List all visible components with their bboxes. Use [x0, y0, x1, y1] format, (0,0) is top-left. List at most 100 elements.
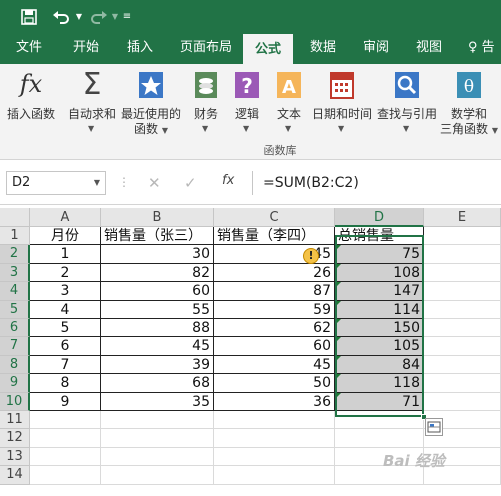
table-cell[interactable]: 45 [214, 355, 335, 375]
select-all-corner[interactable] [0, 208, 30, 227]
cell[interactable] [214, 411, 335, 430]
financial-button[interactable]: 财务 ▼ [188, 68, 224, 140]
save-icon[interactable] [18, 3, 40, 31]
cell[interactable] [424, 300, 501, 319]
table-cell[interactable]: 1 [30, 245, 101, 264]
tab-insert[interactable]: 插入 [127, 34, 153, 64]
insert-function-button[interactable]: fx 插入函数 [2, 68, 60, 140]
redo-dropdown-icon[interactable]: ▼ [110, 3, 120, 31]
table-cell[interactable]: 5 [30, 319, 101, 338]
table-cell[interactable]: 114 [335, 300, 424, 319]
table-cell[interactable]: 118 [335, 374, 424, 393]
undo-icon[interactable] [48, 3, 74, 31]
table-cell[interactable]: 59 [214, 300, 335, 319]
cell[interactable] [424, 355, 501, 375]
cell[interactable] [424, 319, 501, 338]
table-cell[interactable]: 36 [214, 392, 335, 411]
cell[interactable] [101, 411, 214, 430]
table-cell[interactable]: 60 [101, 282, 214, 301]
cell[interactable] [424, 227, 501, 246]
formula-input[interactable]: =SUM(B2:C2) [252, 171, 501, 195]
logical-button[interactable]: ? 逻辑 ▼ [230, 68, 264, 140]
table-cell[interactable]: 60 [214, 337, 335, 356]
table-cell[interactable]: 35 [101, 392, 214, 411]
row-header-13[interactable]: 13 [0, 447, 30, 467]
cancel-icon[interactable]: ✕ [148, 171, 161, 195]
cell[interactable] [101, 447, 214, 467]
math-trig-button[interactable]: θ 数学和 三角函数 ▼ [440, 68, 498, 140]
quick-analysis-icon[interactable] [425, 418, 443, 436]
column-header-b[interactable]: B [101, 208, 214, 227]
redo-icon[interactable] [88, 3, 110, 31]
table-cell[interactable]: 2 [30, 263, 101, 283]
header-cell[interactable]: 月份 [30, 227, 101, 246]
tab-view[interactable]: 视图 [416, 34, 442, 64]
table-cell[interactable]: 84 [335, 355, 424, 375]
name-box-dropdown-icon[interactable]: ▼ [94, 172, 100, 194]
cell[interactable] [335, 411, 424, 430]
table-cell[interactable]: 9 [30, 392, 101, 411]
table-cell[interactable]: 150 [335, 319, 424, 338]
customize-qat-icon[interactable]: ≡ [120, 3, 134, 31]
undo-dropdown-icon[interactable]: ▼ [74, 3, 84, 31]
cell[interactable] [30, 429, 101, 448]
cell[interactable] [424, 337, 501, 356]
table-cell[interactable]: 88 [101, 319, 214, 338]
table-cell[interactable]: 147 [335, 282, 424, 301]
table-cell[interactable]: 68 [101, 374, 214, 393]
cell[interactable] [424, 374, 501, 393]
table-cell[interactable]: 87 [214, 282, 335, 301]
lookup-reference-button[interactable]: 查找与引用 ▼ [376, 68, 438, 140]
table-cell[interactable]: 4 [30, 300, 101, 319]
table-cell[interactable]: 8 [30, 374, 101, 393]
cell[interactable] [424, 282, 501, 301]
cell[interactable] [214, 447, 335, 467]
row-header-9[interactable]: 9 [0, 374, 30, 393]
tab-review[interactable]: 审阅 [363, 34, 389, 64]
cell[interactable] [424, 263, 501, 283]
table-cell[interactable]: 6 [30, 337, 101, 356]
table-cell[interactable]: 50 [214, 374, 335, 393]
table-cell[interactable]: 3 [30, 282, 101, 301]
name-box[interactable]: D2 ▼ [6, 171, 106, 195]
autosum-button[interactable]: Σ 自动求和 ▼ [66, 68, 118, 140]
cell[interactable] [101, 429, 214, 448]
table-cell[interactable]: 108 [335, 263, 424, 283]
cell[interactable] [424, 392, 501, 411]
table-cell[interactable]: 105 [335, 337, 424, 356]
table-cell[interactable]: 7 [30, 355, 101, 375]
row-header-12[interactable]: 12 [0, 429, 30, 448]
cell[interactable] [214, 429, 335, 448]
header-cell[interactable]: 总销售量 [335, 227, 424, 246]
column-header-c[interactable]: C [214, 208, 335, 227]
date-time-button[interactable]: 日期和时间 ▼ [311, 68, 373, 140]
row-header-5[interactable]: 5 [0, 300, 30, 319]
tab-page-layout[interactable]: 页面布局 [180, 34, 232, 64]
cell[interactable] [335, 429, 424, 448]
tab-formulas[interactable]: 公式 [243, 34, 293, 64]
table-cell[interactable]: 30 [101, 245, 214, 264]
row-header-2[interactable]: 2 [0, 245, 30, 264]
cell[interactable] [30, 466, 101, 485]
cell[interactable] [101, 466, 214, 485]
tab-file[interactable]: 文件 [16, 34, 42, 64]
text-button[interactable]: A 文本 ▼ [272, 68, 306, 140]
row-header-3[interactable]: 3 [0, 263, 30, 283]
row-header-11[interactable]: 11 [0, 411, 30, 430]
row-header-7[interactable]: 7 [0, 337, 30, 356]
header-cell[interactable]: 销售量（李四） [214, 227, 335, 246]
row-header-8[interactable]: 8 [0, 355, 30, 375]
cell[interactable] [30, 411, 101, 430]
table-cell[interactable]: 55 [101, 300, 214, 319]
tab-data[interactable]: 数据 [310, 34, 336, 64]
row-header-1[interactable]: 1 [0, 227, 30, 246]
column-header-e[interactable]: E [424, 208, 501, 227]
table-cell[interactable]: 75 [335, 245, 424, 264]
cell[interactable] [214, 466, 335, 485]
cell[interactable] [424, 245, 501, 264]
cell[interactable] [30, 447, 101, 467]
recently-used-button[interactable]: 最近使用的 函数 ▼ [120, 68, 182, 140]
enter-icon[interactable]: ✓ [184, 171, 197, 195]
table-cell[interactable]: 71 [335, 392, 424, 411]
header-cell[interactable]: 销售量（张三） [101, 227, 214, 246]
